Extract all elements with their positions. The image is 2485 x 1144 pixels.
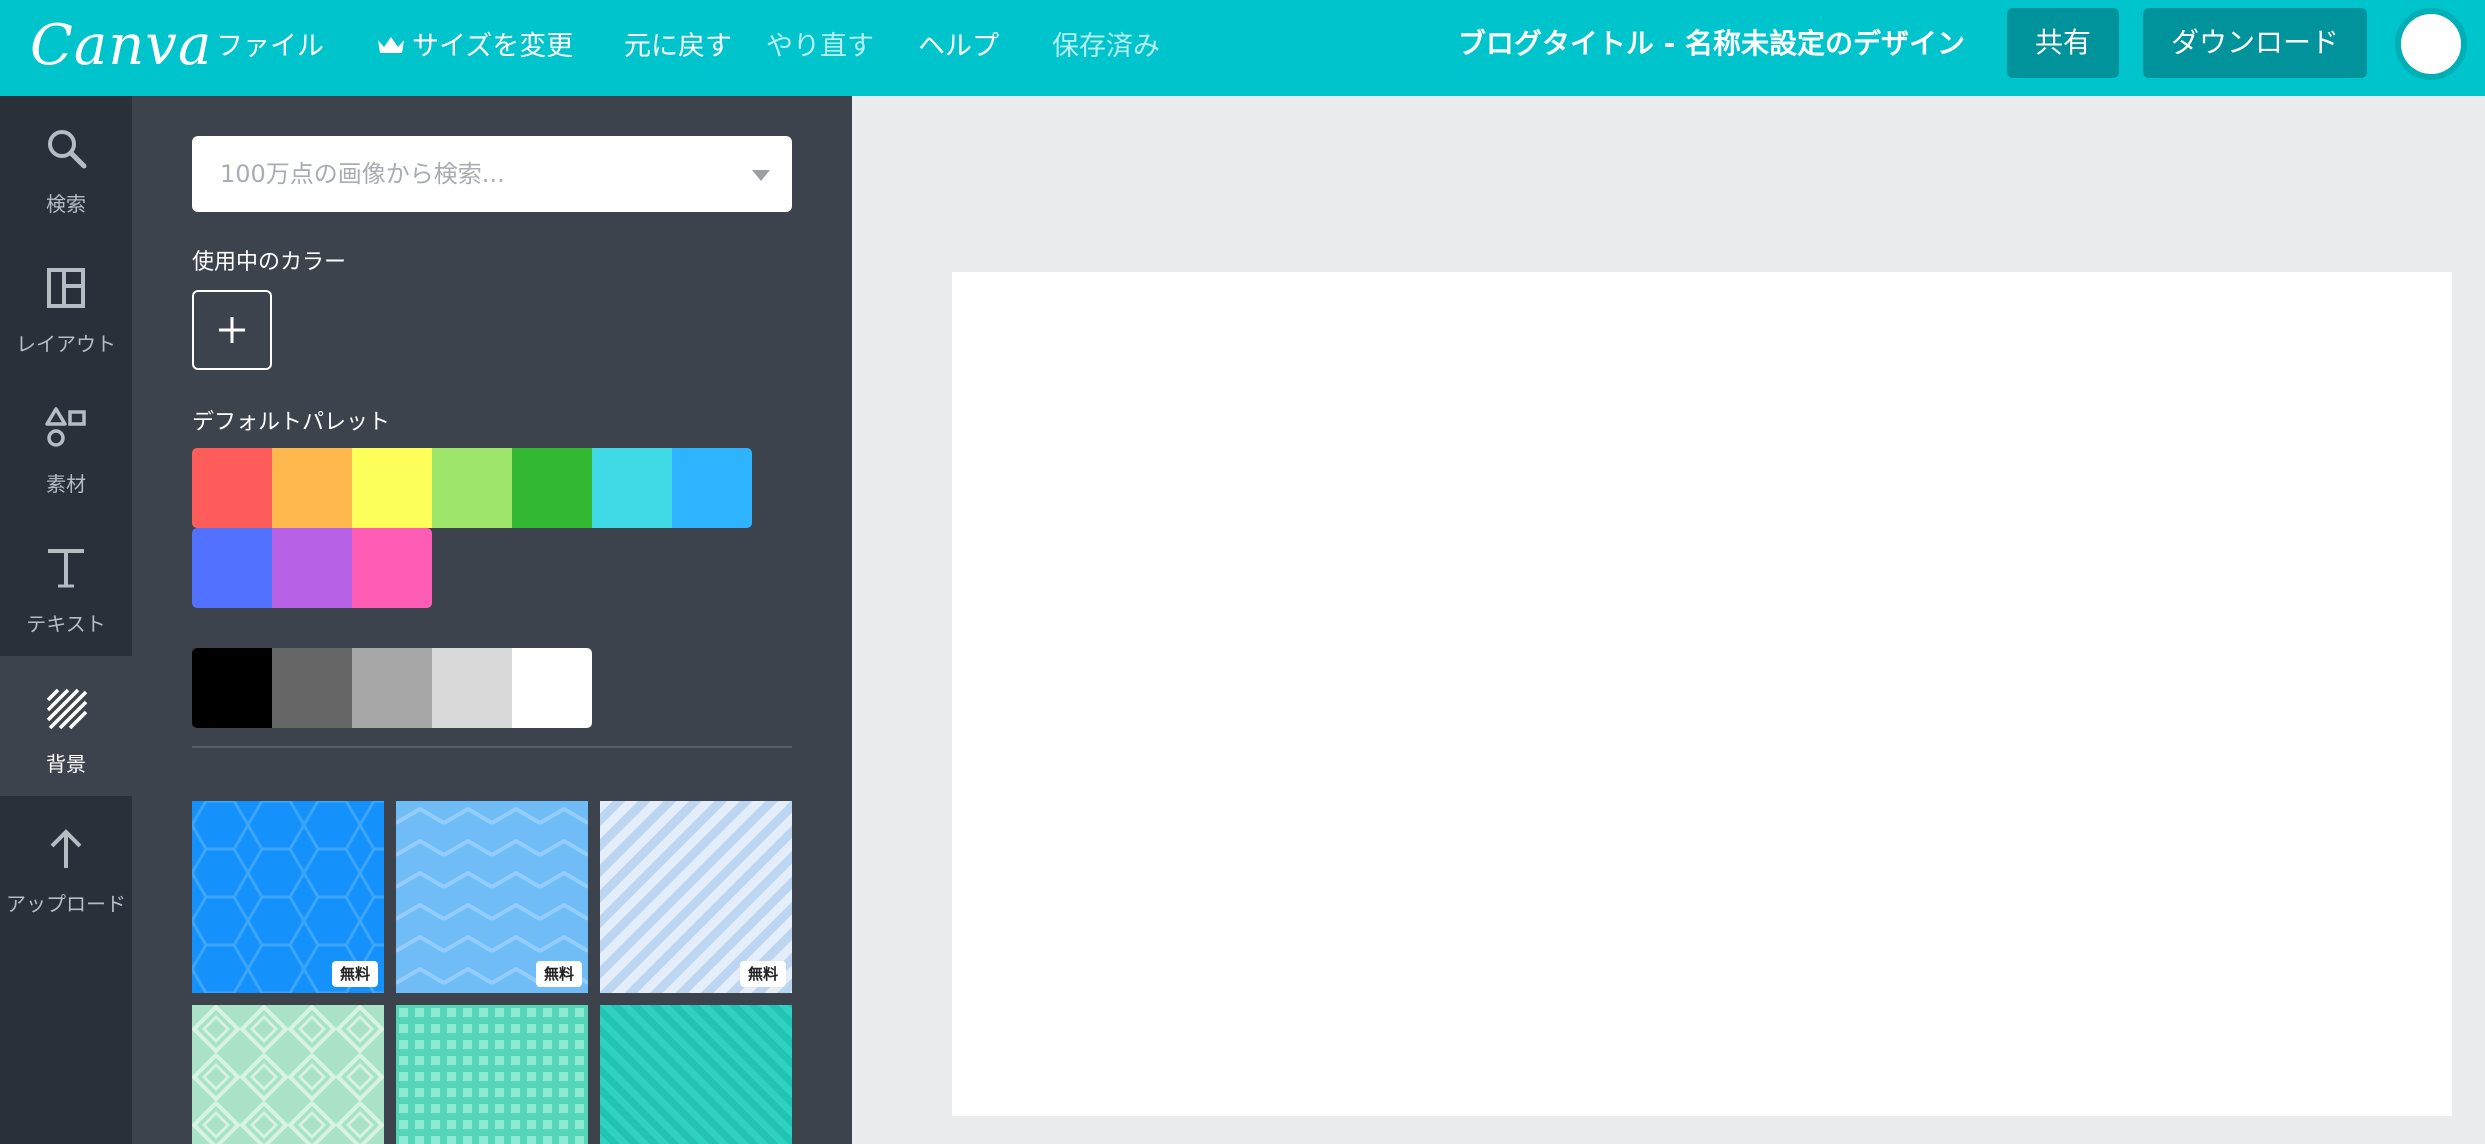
menu-resize[interactable]: サイズを変更 <box>376 0 573 96</box>
rail-label: 検索 <box>46 192 86 216</box>
palette-row <box>192 528 432 608</box>
color-swatch[interactable] <box>192 448 272 528</box>
crown-icon <box>378 36 404 53</box>
menu-undo[interactable]: 元に戻す <box>624 0 732 96</box>
free-badge: 無料 <box>331 961 378 987</box>
menu-resize-label: サイズを変更 <box>412 31 574 62</box>
teal-stripes-pattern <box>600 1005 792 1144</box>
default-palette-title: デフォルトパレット <box>192 410 391 435</box>
editor-workspace <box>852 96 2485 1144</box>
layout-icon <box>47 268 85 308</box>
rail-item-background[interactable]: 背景 <box>0 656 132 796</box>
free-badge: 無料 <box>739 961 786 987</box>
text-icon <box>48 549 84 588</box>
color-swatch[interactable] <box>272 648 352 728</box>
rail-item-text[interactable]: テキスト <box>0 516 132 656</box>
panel-divider <box>192 746 792 748</box>
rail-label: レイアウト <box>16 332 116 356</box>
background-tile-hexagon[interactable]: 無料 <box>192 801 384 993</box>
used-colors-title: 使用中のカラー <box>192 250 347 275</box>
color-swatch[interactable] <box>352 648 432 728</box>
color-swatch[interactable] <box>592 448 672 528</box>
menu-redo[interactable]: やり直す <box>766 0 874 96</box>
background-tile-diamonds[interactable] <box>192 1005 384 1144</box>
background-tile-dots[interactable] <box>396 1005 588 1144</box>
download-button[interactable]: ダウンロード <box>2143 8 2367 78</box>
color-swatch[interactable] <box>512 448 592 528</box>
color-swatch[interactable] <box>432 648 512 728</box>
background-tile-diagonal-stripes[interactable]: 無料 <box>600 801 792 993</box>
background-tile-chevron[interactable]: 無料 <box>396 801 588 993</box>
color-swatch[interactable] <box>432 448 512 528</box>
add-color-button[interactable] <box>192 290 272 370</box>
palette-row <box>192 448 752 528</box>
color-swatch[interactable] <box>272 528 352 608</box>
diamond-pattern <box>192 1005 384 1144</box>
background-icon <box>46 688 88 730</box>
rail-label: 素材 <box>46 472 86 496</box>
upload-icon <box>50 829 82 868</box>
color-swatch[interactable] <box>352 448 432 528</box>
dots-pattern <box>396 1005 588 1144</box>
background-panel: 使用中のカラー デフォルトパレット 無料 <box>132 96 852 1144</box>
share-button[interactable]: 共有 <box>2007 8 2119 78</box>
design-page[interactable] <box>952 272 2452 1116</box>
background-tile-teal-stripes[interactable] <box>600 1005 792 1144</box>
rail-item-elements[interactable]: 素材 <box>0 376 132 516</box>
color-swatch[interactable] <box>272 448 352 528</box>
gray-palette-row <box>192 648 592 728</box>
free-badge: 無料 <box>535 961 582 987</box>
rail-item-layout[interactable]: レイアウト <box>0 236 132 376</box>
menu-file[interactable]: ファイル <box>216 0 324 96</box>
document-title[interactable]: ブログタイトル - 名称未設定のデザイン <box>1458 0 1965 96</box>
color-swatch[interactable] <box>672 448 752 528</box>
chevron-down-icon[interactable] <box>752 170 770 181</box>
rail-item-search[interactable]: 検索 <box>0 96 132 236</box>
plus-icon <box>219 317 245 343</box>
canva-logo[interactable]: Canva <box>30 8 212 84</box>
rail-label: 背景 <box>46 752 86 776</box>
user-avatar[interactable] <box>2395 8 2467 80</box>
color-swatch[interactable] <box>192 648 272 728</box>
save-status: 保存済み <box>1052 31 1160 62</box>
top-bar: Canva ファイル サイズを変更 元に戻す やり直す ヘルプ 保存済み ブログ… <box>0 0 2485 96</box>
rail-label: アップロード <box>6 892 126 916</box>
search-icon <box>48 130 87 169</box>
color-swatch[interactable] <box>192 528 272 608</box>
menu-help[interactable]: ヘルプ <box>918 0 999 96</box>
color-swatch[interactable] <box>512 648 592 728</box>
rail-label: テキスト <box>26 612 106 636</box>
elements-icon <box>45 407 86 447</box>
color-swatch[interactable] <box>352 528 432 608</box>
rail-item-upload[interactable]: アップロード <box>0 796 132 936</box>
image-search-input[interactable] <box>192 136 792 212</box>
side-rail: 検索 レイアウト 素材 テキスト 背景 アップロード <box>0 96 132 1144</box>
